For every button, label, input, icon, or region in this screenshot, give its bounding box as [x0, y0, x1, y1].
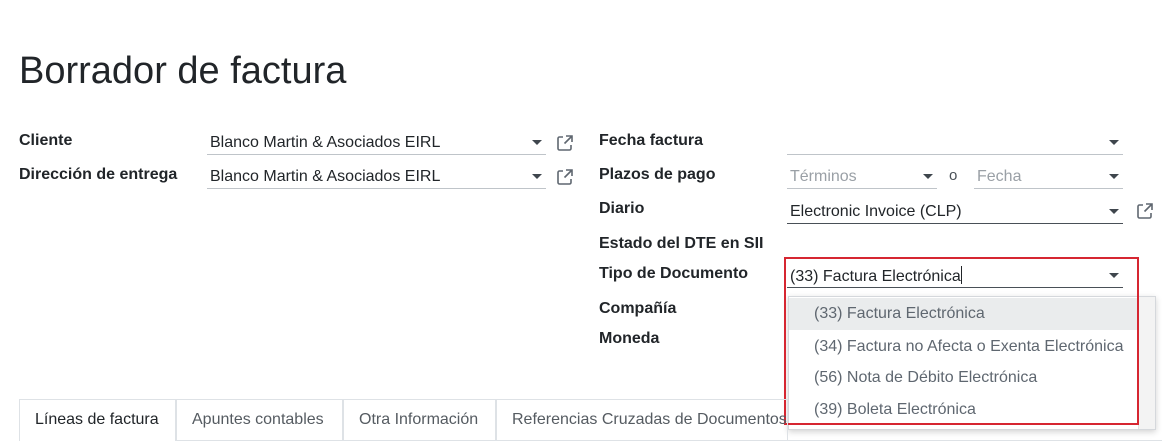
- caret-down-icon[interactable]: [532, 174, 542, 179]
- estado-dte-label: Estado del DTE en SII: [599, 235, 764, 252]
- caret-down-icon[interactable]: [923, 174, 933, 179]
- cliente-value: Blanco Martin & Asociados EIRL: [210, 134, 441, 151]
- tipo-documento-label: Tipo de Documento: [599, 265, 749, 282]
- terminos-field[interactable]: Términos: [787, 165, 937, 189]
- fecha-vencimiento-field[interactable]: Fecha: [974, 165, 1123, 189]
- caret-down-icon[interactable]: [1109, 140, 1119, 145]
- tab-apuntes-contables[interactable]: Apuntes contables: [176, 399, 343, 441]
- fecha-placeholder: Fecha: [977, 168, 1022, 185]
- terminos-placeholder: Términos: [790, 168, 857, 185]
- direccion-entrega-value: Blanco Martin & Asociados EIRL: [210, 168, 441, 185]
- moneda-label: Moneda: [599, 330, 660, 347]
- tab-otra-informacion[interactable]: Otra Información: [343, 399, 496, 441]
- tab-lineas-factura[interactable]: Líneas de factura: [19, 399, 176, 441]
- direccion-entrega-label: Dirección de entrega: [19, 166, 178, 183]
- cliente-field[interactable]: Blanco Martin & Asociados EIRL: [207, 131, 546, 155]
- page-title: Borrador de factura: [19, 50, 347, 92]
- fecha-factura-label: Fecha factura: [599, 132, 704, 149]
- cliente-label: Cliente: [19, 132, 73, 149]
- caret-down-icon[interactable]: [1109, 174, 1119, 179]
- plazos-separator: o: [949, 167, 958, 184]
- diario-field[interactable]: Electronic Invoice (CLP): [787, 200, 1123, 224]
- plazos-pago-label: Plazos de pago: [599, 166, 716, 183]
- external-link-icon[interactable]: [556, 168, 574, 186]
- highlight-annotation: [784, 257, 1139, 425]
- fecha-factura-field[interactable]: [787, 131, 1123, 155]
- diario-value: Electronic Invoice (CLP): [790, 203, 962, 220]
- direccion-entrega-field[interactable]: Blanco Martin & Asociados EIRL: [207, 165, 546, 189]
- caret-down-icon[interactable]: [532, 140, 542, 145]
- caret-down-icon[interactable]: [1109, 209, 1119, 214]
- diario-label: Diario: [599, 200, 645, 217]
- tab-referencias-cruzadas[interactable]: Referencias Cruzadas de Documentos: [496, 399, 788, 441]
- compania-label: Compañía: [599, 300, 677, 317]
- external-link-icon[interactable]: [1136, 202, 1154, 220]
- external-link-icon[interactable]: [556, 134, 574, 152]
- dropdown-scrollbar[interactable]: [1138, 297, 1155, 429]
